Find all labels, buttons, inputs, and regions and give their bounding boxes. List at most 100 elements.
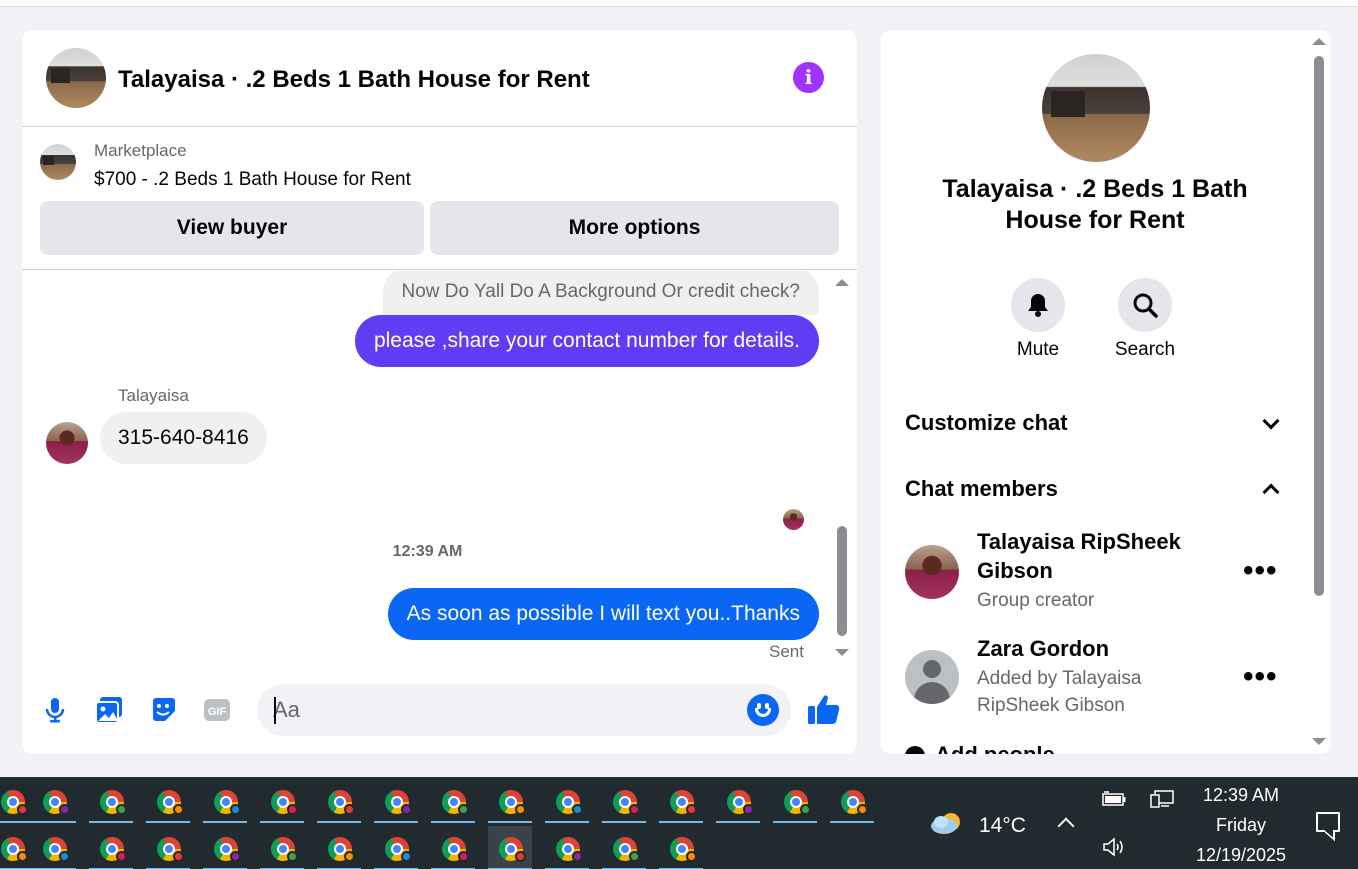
customize-chat-section[interactable]: Customize chat (905, 410, 1068, 436)
profile-photo[interactable] (1042, 54, 1150, 162)
weather-partly-cloudy-icon[interactable] (929, 806, 967, 840)
microphone-icon[interactable] (40, 695, 70, 725)
running-indicator (260, 821, 304, 823)
browser-taskbar-icon[interactable] (89, 779, 133, 823)
thumbs-up-icon[interactable] (806, 692, 842, 728)
message-input-wrapper[interactable] (257, 684, 791, 736)
running-indicator (602, 821, 646, 823)
browser-taskbar-icon[interactable] (0, 779, 34, 823)
scroll-up-arrow[interactable] (835, 279, 849, 286)
chat-header: Talayaisa · .2 Beds 1 Bath House for Ren… (22, 30, 857, 127)
chat-members-section[interactable]: Chat members (905, 476, 1058, 502)
browser-taskbar-icon[interactable] (260, 826, 304, 869)
clock-day[interactable]: Friday (1186, 815, 1296, 836)
browser-taskbar-icon[interactable] (32, 779, 76, 823)
browser-taskbar-icon[interactable] (203, 826, 247, 869)
browser-taskbar-icon[interactable] (716, 779, 760, 823)
browser-taskbar-icon[interactable] (545, 779, 589, 823)
browser-taskbar-icon[interactable] (260, 779, 304, 823)
browser-taskbar-icon[interactable] (602, 826, 646, 869)
browser-taskbar-icon[interactable] (146, 826, 190, 869)
browser-taskbar-icon[interactable] (545, 826, 589, 869)
browser-taskbar-icon[interactable] (89, 826, 133, 869)
browser-taskbar-icon[interactable] (602, 779, 646, 823)
message-timestamp: 12:39 AM (392, 543, 463, 560)
sender-avatar[interactable] (46, 422, 88, 464)
battery-icon[interactable] (1101, 790, 1127, 808)
view-buyer-button[interactable]: View buyer (40, 201, 424, 255)
member-avatar[interactable] (905, 545, 959, 599)
running-indicator (716, 821, 760, 823)
sent-status: Sent (769, 642, 804, 661)
sent-message[interactable]: please ,share your contact number for de… (354, 315, 819, 367)
profile-badge-icon (116, 804, 127, 815)
member-avatar[interactable] (905, 650, 959, 704)
sticker-icon[interactable] (149, 695, 179, 725)
browser-taskbar-icon[interactable] (146, 779, 190, 823)
member-name[interactable]: Zara Gordon (977, 634, 1207, 663)
listing-title[interactable]: $700 - .2 Beds 1 Bath House for Rent (94, 169, 411, 191)
browser-taskbar-icon[interactable] (203, 779, 247, 823)
marketplace-label: Marketplace (94, 141, 187, 160)
profile-badge-icon (116, 851, 127, 862)
text-caret (274, 697, 276, 724)
browser-taskbar-icon[interactable] (431, 826, 475, 869)
chevron-up-icon[interactable] (1262, 483, 1280, 501)
browser-taskbar-icon[interactable] (0, 826, 34, 869)
chat-info-panel: Talayaisa · .2 Beds 1 Bath House for Ren… (881, 30, 1331, 754)
browser-top-edge (0, 0, 1358, 7)
browser-taskbar-icon[interactable] (659, 826, 703, 869)
more-icon[interactable]: ••• (1243, 556, 1278, 586)
profile-badge-icon (572, 804, 583, 815)
notifications-icon[interactable] (1316, 812, 1340, 832)
network-icon[interactable] (1149, 789, 1175, 809)
info-scrollbar[interactable] (1314, 56, 1324, 596)
marketplace-thumbnail[interactable] (40, 144, 76, 180)
weather-temperature[interactable]: 14°C (979, 814, 1026, 838)
listing-thumbnail[interactable] (46, 48, 106, 108)
volume-icon[interactable] (1101, 836, 1127, 858)
member-name[interactable]: Talayaisa RipSheek Gibson (977, 527, 1207, 585)
browser-taskbar-icon[interactable] (431, 779, 475, 823)
message-input[interactable] (273, 684, 733, 736)
profile-badge-icon (401, 804, 412, 815)
sent-message[interactable]: As soon as possible I will text you..Tha… (387, 588, 819, 640)
mute-button[interactable] (1011, 278, 1065, 332)
browser-taskbar-icon[interactable] (488, 779, 532, 823)
browser-taskbar-icon[interactable] (773, 779, 817, 823)
more-icon[interactable]: ••• (1243, 662, 1278, 692)
browser-taskbar-icon[interactable] (317, 779, 361, 823)
chat-title[interactable]: Talayaisa · .2 Beds 1 Bath House for Ren… (118, 66, 590, 94)
add-people-button[interactable]: Add people (905, 742, 1055, 754)
running-indicator (488, 821, 532, 823)
message-scrollbar[interactable] (837, 526, 847, 636)
clock-time[interactable]: 12:39 AM (1186, 785, 1296, 806)
more-options-button[interactable]: More options (430, 201, 839, 255)
browser-taskbar-icon[interactable] (374, 826, 418, 869)
chevron-down-icon[interactable] (1262, 412, 1280, 430)
scroll-down-arrow[interactable] (835, 649, 849, 656)
emoji-icon[interactable] (747, 694, 779, 726)
received-message[interactable]: 315-640-8416 (100, 412, 267, 464)
gif-icon[interactable]: GIF (202, 695, 232, 725)
scroll-down-arrow[interactable] (1312, 738, 1326, 745)
info-icon[interactable]: i (793, 62, 824, 93)
browser-taskbar-icon[interactable] (32, 826, 76, 869)
profile-badge-icon (17, 851, 28, 862)
browser-taskbar-icon[interactable] (374, 779, 418, 823)
profile-badge-icon (401, 851, 412, 862)
browser-taskbar-icon[interactable] (830, 779, 874, 823)
info-title: Talayaisa · .2 Beds 1 Bath House for Ren… (942, 175, 1248, 234)
search-button[interactable] (1118, 278, 1172, 332)
profile-badge-icon (629, 851, 640, 862)
profile-badge-icon (173, 804, 184, 815)
photo-icon[interactable] (94, 695, 124, 725)
scroll-up-arrow[interactable] (1312, 38, 1326, 45)
browser-taskbar-icon[interactable] (659, 779, 703, 823)
clock-date[interactable]: 12/19/2025 (1186, 845, 1296, 866)
browser-taskbar-icon[interactable] (488, 826, 532, 869)
profile-badge-icon (458, 851, 469, 862)
browser-taskbar-icon[interactable] (317, 826, 361, 869)
quoted-message[interactable]: Now Do Yall Do A Background Or credit ch… (382, 271, 819, 315)
profile-badge-icon (686, 804, 697, 815)
